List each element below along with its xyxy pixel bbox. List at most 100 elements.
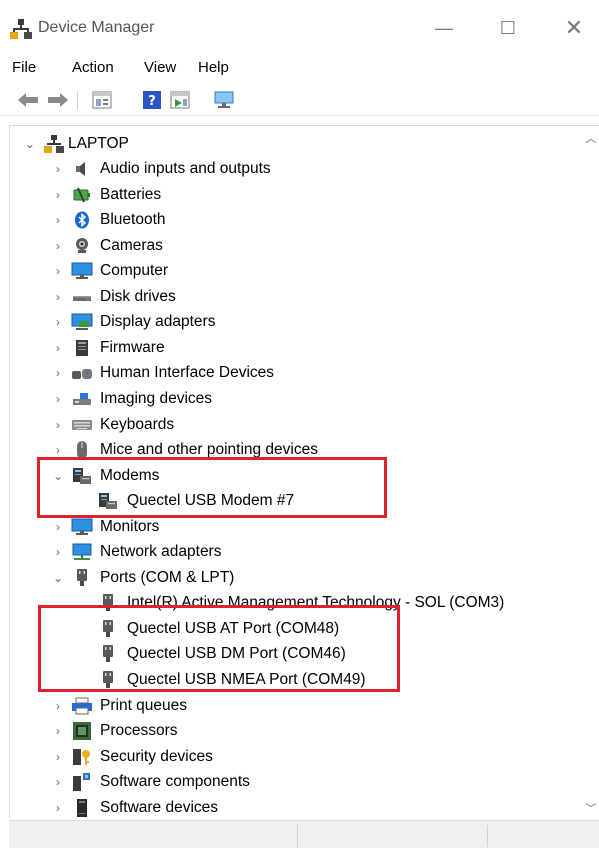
tree-item-label: Cameras xyxy=(100,236,163,254)
chevron-right-icon[interactable]: › xyxy=(51,315,65,329)
close-button[interactable]: ✕ xyxy=(560,14,588,42)
tree-item-label: Imaging devices xyxy=(100,389,213,407)
chevron-right-icon[interactable]: › xyxy=(51,213,65,227)
maximize-button[interactable]: ☐ xyxy=(494,14,522,42)
highlight-quectel-ports-box xyxy=(38,605,400,692)
status-divider xyxy=(487,825,488,847)
network-icon xyxy=(71,541,93,563)
tree-category[interactable]: › Display adapters xyxy=(10,309,584,334)
port-icon xyxy=(71,567,93,589)
printer-icon xyxy=(71,695,93,717)
tree-category[interactable]: › Imaging devices xyxy=(10,386,584,411)
chevron-right-icon[interactable]: › xyxy=(51,162,65,176)
tree-item-label: Print queues xyxy=(100,696,188,714)
forward-arrow-icon[interactable] xyxy=(46,88,70,112)
tree-category[interactable]: › Processors xyxy=(10,718,584,743)
chevron-right-icon[interactable]: › xyxy=(51,366,65,380)
chevron-right-icon[interactable]: › xyxy=(51,545,65,559)
window-title: Device Manager xyxy=(38,19,155,36)
security-icon xyxy=(71,746,93,768)
tree-item-label: Mice and other pointing devices xyxy=(100,440,318,458)
tree-category[interactable]: › Firmware xyxy=(10,335,584,360)
chevron-right-icon[interactable]: › xyxy=(51,724,65,738)
tree-item-label: Firmware xyxy=(100,338,165,356)
status-bar xyxy=(9,820,599,848)
monitor-icon xyxy=(71,260,93,282)
tree-category[interactable]: › Network adapters xyxy=(10,539,584,564)
chevron-right-icon[interactable]: › xyxy=(51,699,65,713)
bluetooth-icon xyxy=(71,209,93,231)
chevron-right-icon[interactable]: › xyxy=(51,239,65,253)
menu-file[interactable]: File xyxy=(12,59,36,76)
processor-icon xyxy=(71,720,93,742)
chevron-right-icon[interactable]: › xyxy=(51,775,65,789)
highlight-modems-box xyxy=(37,457,387,518)
tree-item-label: Audio inputs and outputs xyxy=(100,159,271,177)
scroll-up-icon[interactable]: ︿ xyxy=(583,130,599,145)
chevron-right-icon[interactable]: › xyxy=(51,392,65,406)
chevron-right-icon[interactable]: › xyxy=(51,341,65,355)
tree-item-label: Keyboards xyxy=(100,415,175,433)
chevron-right-icon[interactable]: › xyxy=(51,290,65,304)
display-adapter-icon xyxy=(71,311,93,333)
menu-action[interactable]: Action xyxy=(72,59,114,76)
tree-item-label: Monitors xyxy=(100,517,160,535)
tree-item-label: Network adapters xyxy=(100,542,222,560)
tree-category[interactable]: › Software devices xyxy=(10,795,584,818)
tree-category[interactable]: › Audio inputs and outputs xyxy=(10,156,584,181)
tree-root-laptop[interactable]: ⌄ LAPTOP xyxy=(10,131,584,156)
tree-item-label: Bluetooth xyxy=(100,210,166,228)
vertical-scrollbar[interactable]: ︿ ﹀ xyxy=(583,126,599,818)
disk-drive-icon xyxy=(71,286,93,308)
software-device-icon xyxy=(71,797,93,819)
tree-category[interactable]: › Software components xyxy=(10,769,584,794)
tree-item-label: Computer xyxy=(100,261,169,279)
chevron-right-icon[interactable]: › xyxy=(51,443,65,457)
battery-icon xyxy=(71,184,93,206)
camera-icon xyxy=(71,235,93,257)
imaging-icon xyxy=(71,388,93,410)
chevron-down-icon[interactable]: ⌄ xyxy=(51,571,65,585)
tree-category[interactable]: ⌄ Ports (COM & LPT) xyxy=(10,565,584,590)
chevron-down-icon[interactable]: ⌄ xyxy=(23,137,37,151)
chevron-right-icon[interactable]: › xyxy=(51,801,65,815)
tree-item-label: Human Interface Devices xyxy=(100,363,275,381)
chevron-right-icon[interactable]: › xyxy=(51,264,65,278)
tree-category[interactable]: › Human Interface Devices xyxy=(10,360,584,385)
keyboard-icon xyxy=(71,414,93,436)
device-manager-icon xyxy=(10,18,32,40)
back-arrow-icon[interactable] xyxy=(16,88,40,112)
speaker-icon xyxy=(71,158,93,180)
tree-item-label: Batteries xyxy=(100,185,162,203)
menu-view[interactable]: View xyxy=(144,59,176,76)
menu-help[interactable]: Help xyxy=(198,59,229,76)
menu-bar: File Action View Help xyxy=(0,56,599,82)
update-driver-icon[interactable] xyxy=(168,88,192,112)
tree-item-label: Software devices xyxy=(100,798,219,816)
chevron-right-icon[interactable]: › xyxy=(51,750,65,764)
tree-category[interactable]: › Keyboards xyxy=(10,412,584,437)
firmware-icon xyxy=(71,337,93,359)
tree-category[interactable]: › Batteries xyxy=(10,182,584,207)
tree-category[interactable]: › Print queues xyxy=(10,693,584,718)
tree-item-label: Software components xyxy=(100,772,250,790)
scan-hardware-icon[interactable] xyxy=(212,88,236,112)
tree-category[interactable]: › Bluetooth xyxy=(10,207,584,232)
software-component-icon xyxy=(71,771,93,793)
computer-root-icon xyxy=(43,133,65,155)
tree-category[interactable]: › Security devices xyxy=(10,744,584,769)
title-bar: Device Manager — ☐ ✕ xyxy=(0,0,599,48)
tree-category[interactable]: › Cameras xyxy=(10,233,584,258)
hid-icon xyxy=(71,362,93,384)
toolbar-separator xyxy=(77,92,78,110)
chevron-right-icon[interactable]: › xyxy=(51,188,65,202)
properties-icon[interactable] xyxy=(90,88,114,112)
chevron-right-icon[interactable]: › xyxy=(51,520,65,534)
minimize-button[interactable]: — xyxy=(430,14,458,42)
tree-category[interactable]: › Disk drives xyxy=(10,284,584,309)
tree-category[interactable]: › Computer xyxy=(10,258,584,283)
help-icon[interactable]: ? xyxy=(140,88,164,112)
status-divider xyxy=(297,825,298,847)
scroll-down-icon[interactable]: ﹀ xyxy=(583,800,599,815)
chevron-right-icon[interactable]: › xyxy=(51,418,65,432)
